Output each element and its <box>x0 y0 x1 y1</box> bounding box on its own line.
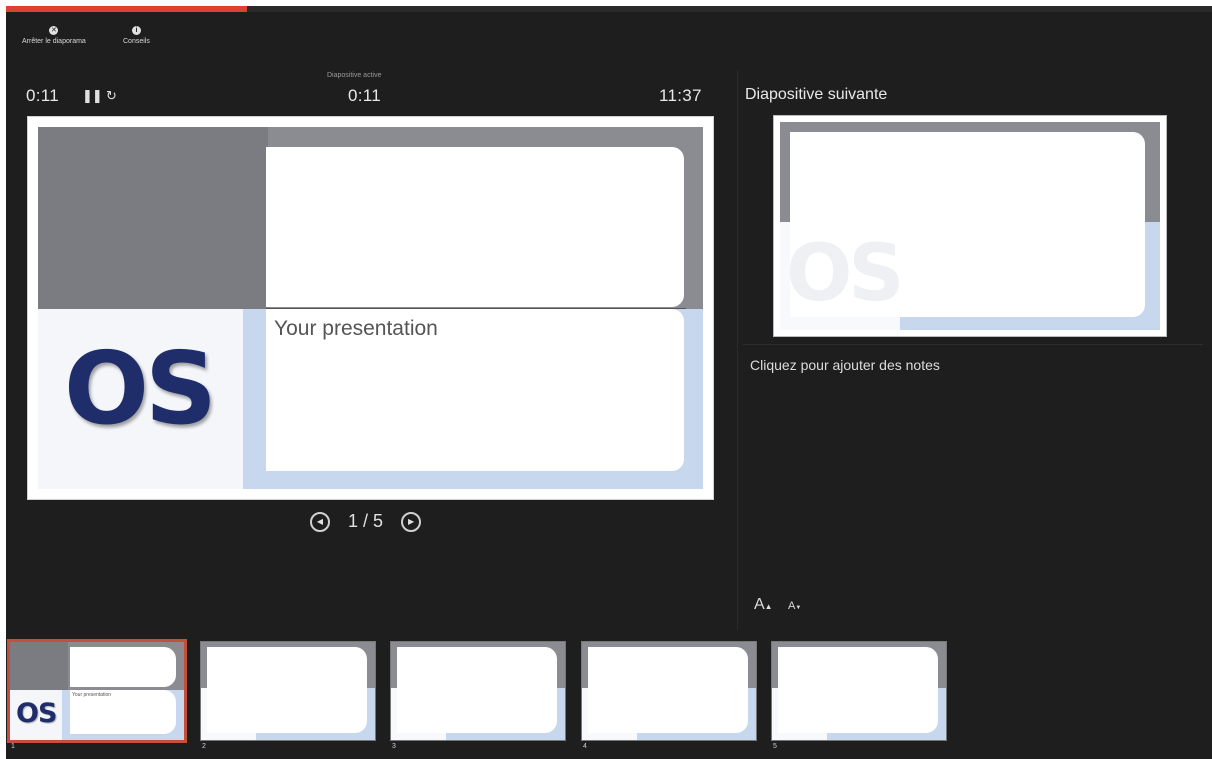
slide-thumbnail-3[interactable] <box>391 642 565 740</box>
thumbnail-title: Your presentation <box>72 692 112 698</box>
current-slide[interactable]: OS Your presentation <box>28 117 713 499</box>
end-slideshow-label: Arrêter le diaporama <box>22 38 86 45</box>
thumbnail-card <box>397 647 557 733</box>
thumbnail-number: 4 <box>583 743 587 750</box>
thumbnail-card <box>588 647 748 733</box>
thumbnail-number: 5 <box>773 743 777 750</box>
tips-button[interactable]: i Conseils <box>123 26 150 45</box>
decrease-font-button[interactable]: A▼ <box>788 600 801 612</box>
slideshow-progress-bar <box>6 6 1212 12</box>
slide-title: Your presentation <box>274 317 438 340</box>
info-circle-icon: i <box>131 26 141 35</box>
slide-navigation: ◀ 1 / 5 ▶ <box>310 511 422 532</box>
slide-thumbnail-1[interactable]: OS Your presentation <box>10 642 184 740</box>
thumbnail-canvas: OS Your presentation <box>10 642 184 740</box>
slideshow-progress-fill <box>6 6 248 12</box>
close-circle-icon: ✕ <box>49 26 59 35</box>
os-logo: OS <box>64 330 217 447</box>
restart-icon[interactable]: ↻ <box>106 88 117 104</box>
end-slideshow-button[interactable]: ✕ Arrêter le diaporama <box>22 26 86 45</box>
slide-top-card <box>266 147 684 307</box>
notes-divider <box>743 344 1203 345</box>
thumbnail-number: 3 <box>392 743 396 750</box>
slide-divider-line <box>266 308 686 309</box>
speaker-notes-field[interactable]: Cliquez pour ajouter des notes <box>750 357 940 373</box>
next-slide-watermark-logo: OS <box>786 229 905 319</box>
slide-counter: 1 / 5 <box>348 511 384 531</box>
elapsed-timer: 0:11 <box>26 86 60 105</box>
active-slide-label: Diapositive active <box>327 72 382 79</box>
thumbnail-canvas <box>391 642 565 740</box>
thumbnail-number: 2 <box>202 743 206 750</box>
next-slide-canvas: OS <box>780 122 1160 330</box>
presenter-view: ✕ Arrêter le diaporama i Conseils 0:11 ❚… <box>6 6 1212 759</box>
thumbnail-top-card <box>70 647 176 687</box>
next-circle-icon[interactable]: ▶ <box>401 511 422 532</box>
prev-circle-icon[interactable]: ◀ <box>310 511 330 532</box>
thumbnail-gray-block <box>10 642 68 690</box>
increase-font-button[interactable]: A▲ <box>754 596 773 614</box>
thumbnail-canvas <box>582 642 756 740</box>
pause-icon[interactable]: ❚❚ <box>82 88 103 104</box>
clock: 11:37 <box>659 86 702 105</box>
slide-filmstrip: OS Your presentation 1 2 3 4 5 <box>6 634 1212 759</box>
tips-label: Conseils <box>123 38 150 45</box>
current-slide-canvas: OS Your presentation <box>38 127 703 489</box>
thumbnail-card <box>778 647 938 733</box>
thumbnail-number: 1 <box>11 743 15 750</box>
thumbnail-logo: OS <box>16 698 57 729</box>
next-slide-preview[interactable]: OS <box>774 116 1166 336</box>
slide-thumbnail-5[interactable] <box>772 642 946 740</box>
thumbnail-canvas <box>772 642 946 740</box>
slide-gray-block <box>38 127 268 309</box>
active-slide-timer: 0:11 <box>348 86 382 105</box>
thumbnail-canvas <box>201 642 375 740</box>
slide-thumbnail-4[interactable] <box>582 642 756 740</box>
slide-thumbnail-2[interactable] <box>201 642 375 740</box>
panel-divider <box>737 70 738 630</box>
thumbnail-card <box>207 647 367 733</box>
next-slide-title: Diapositive suivante <box>745 86 888 103</box>
